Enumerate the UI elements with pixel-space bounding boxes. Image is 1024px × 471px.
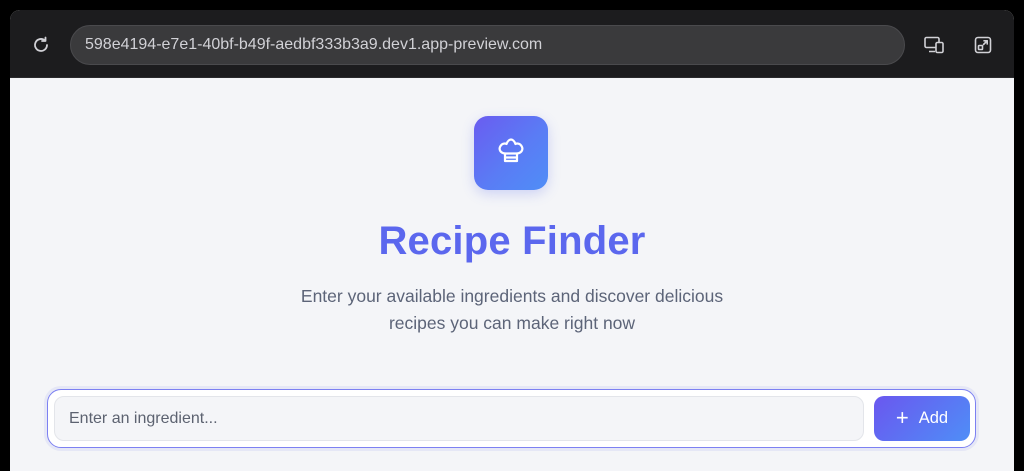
ingredient-form: + Add xyxy=(47,389,976,448)
browser-window: 598e4194-e7e1-40bf-b49f-aedbf333b3a9.dev… xyxy=(10,10,1014,471)
app-content: Recipe Finder Enter your available ingre… xyxy=(10,79,1014,471)
add-ingredient-button[interactable]: + Add xyxy=(874,396,970,441)
page-title: Recipe Finder xyxy=(378,219,646,263)
add-button-label: Add xyxy=(918,409,949,427)
devices-icon[interactable] xyxy=(923,34,945,56)
address-bar[interactable]: 598e4194-e7e1-40bf-b49f-aedbf333b3a9.dev… xyxy=(70,25,905,65)
page-subtitle: Enter your available ingredients and dis… xyxy=(10,283,1014,337)
subtitle-line-2: recipes you can make right now xyxy=(388,313,636,333)
reload-icon[interactable] xyxy=(30,34,52,56)
subtitle-line-1: Enter your available ingredients and dis… xyxy=(300,286,724,306)
ingredient-input[interactable] xyxy=(54,396,864,441)
browser-toolbar: 598e4194-e7e1-40bf-b49f-aedbf333b3a9.dev… xyxy=(10,10,1014,78)
app-logo xyxy=(474,116,548,190)
chef-hat-icon xyxy=(494,134,528,173)
plus-icon: + xyxy=(895,404,909,430)
expand-icon[interactable] xyxy=(972,34,994,56)
